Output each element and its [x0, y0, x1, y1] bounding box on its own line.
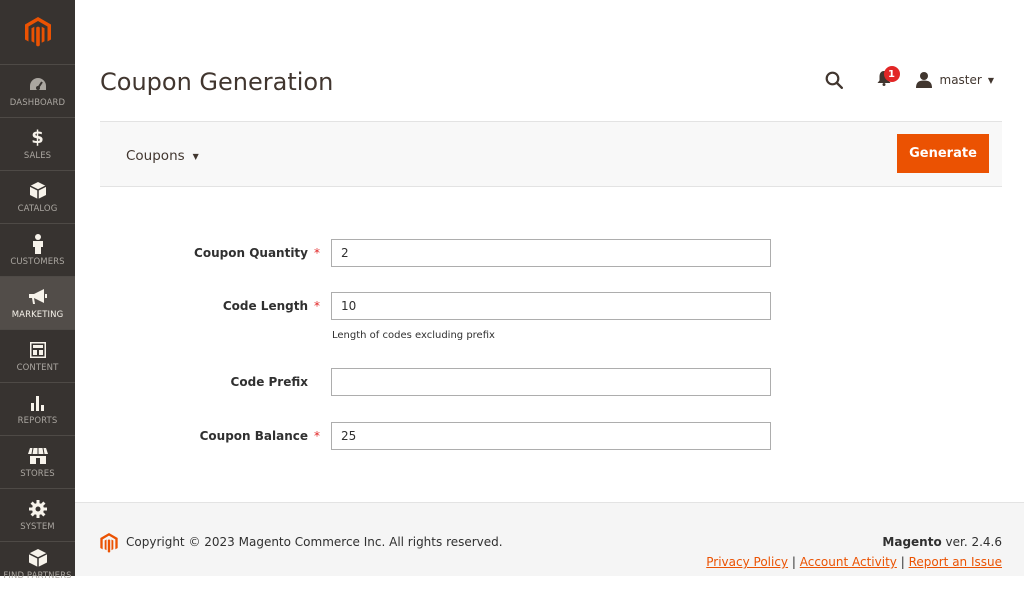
magento-logo-icon[interactable] [0, 0, 75, 64]
sidebar-item-content[interactable]: CONTENT [0, 329, 75, 382]
chevron-down-icon: ▼ [987, 75, 994, 85]
sidebar-item-catalog[interactable]: CATALOG [0, 170, 75, 223]
coupon-quantity-label: Coupon Quantity [194, 246, 308, 260]
sidebar-item-reports[interactable]: REPORTS [0, 382, 75, 435]
sidebar-item-label: SALES [23, 150, 52, 161]
magento-logo-icon [100, 533, 118, 553]
required-marker: * [314, 299, 320, 313]
coupon-balance-input[interactable] [331, 422, 771, 450]
coupons-dropdown-label: Coupons [126, 148, 185, 164]
user-name: master [939, 73, 982, 87]
megaphone-icon [28, 287, 48, 307]
user-icon [915, 72, 932, 88]
content-icon [28, 340, 48, 360]
privacy-policy-link[interactable]: Privacy Policy [706, 555, 788, 569]
sidebar-item-label: CATALOG [17, 203, 58, 214]
chevron-down-icon: ▼ [192, 151, 199, 161]
sidebar-item-label: REPORTS [17, 415, 58, 426]
header-actions: 1 master ▼ [822, 66, 994, 92]
copyright-text: Copyright © 2023 Magento Commerce Inc. A… [126, 535, 503, 549]
required-marker: * [314, 246, 320, 260]
sidebar-item-stores[interactable]: STORES [0, 435, 75, 488]
store-icon [27, 446, 48, 466]
sidebar-item-marketing[interactable]: MARKETING [0, 276, 75, 329]
report-issue-link[interactable]: Report an Issue [909, 555, 1002, 569]
admin-sidebar: DASHBOARD $ SALES CATALOG CUSTOMERS MARK… [0, 0, 75, 581]
sidebar-item-label: STORES [20, 468, 55, 479]
sidebar-item-label: SYSTEM [20, 521, 55, 532]
page-title: Coupon Generation [100, 68, 334, 96]
version-number: ver. 2.4.6 [941, 535, 1002, 549]
sidebar-item-label: CUSTOMERS [10, 256, 65, 267]
coupons-dropdown[interactable]: Coupons ▼ [126, 148, 199, 164]
page-footer: Copyright © 2023 Magento Commerce Inc. A… [75, 502, 1024, 576]
sidebar-item-sales[interactable]: $ SALES [0, 117, 75, 170]
sidebar-item-label: DASHBOARD [9, 97, 66, 108]
coupon-balance-label: Coupon Balance [199, 429, 308, 443]
notifications-button[interactable]: 1 [872, 66, 900, 92]
user-menu[interactable]: master ▼ [915, 72, 994, 88]
required-marker: * [314, 429, 320, 443]
person-icon [28, 233, 48, 254]
search-icon[interactable] [822, 68, 846, 92]
dollar-icon: $ [31, 127, 44, 148]
link-separator: | [791, 555, 796, 569]
code-prefix-input[interactable] [331, 368, 771, 396]
code-length-input[interactable] [331, 292, 771, 320]
sidebar-item-dashboard[interactable]: DASHBOARD [0, 64, 75, 117]
bar-chart-icon [28, 393, 48, 413]
page-actions-toolbar: Coupons ▼ Generate [100, 121, 1002, 187]
coupon-quantity-input[interactable] [331, 239, 771, 267]
code-length-label: Code Length [222, 299, 308, 313]
link-separator: | [900, 555, 905, 569]
account-activity-link[interactable]: Account Activity [800, 555, 897, 569]
cube-icon [28, 181, 48, 201]
footer-links: Privacy Policy | Account Activity | Repo… [706, 555, 1002, 569]
notification-count-badge: 1 [883, 66, 900, 82]
brand-name: Magento [882, 535, 942, 549]
generate-button[interactable]: Generate [897, 134, 989, 173]
gear-icon [28, 499, 48, 519]
version-info: Magento ver. 2.4.6 [882, 535, 1002, 549]
dashboard-icon [28, 75, 48, 95]
code-prefix-label: Code Prefix [230, 375, 308, 389]
sidebar-item-customers[interactable]: CUSTOMERS [0, 223, 75, 276]
sidebar-item-label: FIND PARTNERS [3, 571, 72, 581]
sidebar-item-label: MARKETING [11, 309, 64, 320]
sidebar-item-label: CONTENT [16, 362, 59, 373]
code-length-note: Length of codes excluding prefix [332, 330, 495, 341]
sidebar-item-find-partners[interactable]: FIND PARTNERS [0, 541, 75, 594]
sidebar-item-system[interactable]: SYSTEM [0, 488, 75, 541]
partners-icon [28, 548, 48, 568]
